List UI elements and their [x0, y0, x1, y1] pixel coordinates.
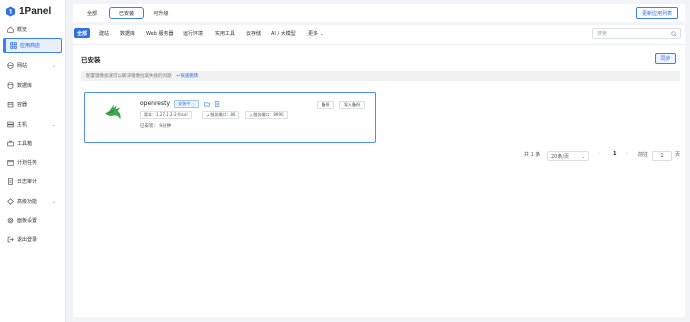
goto-page-input[interactable]: 1: [652, 151, 672, 161]
filter-database[interactable]: 数据库: [117, 28, 138, 38]
sidebar-item[interactable]: 计划任务: [3, 155, 62, 170]
goto-label: 前往: [638, 152, 649, 158]
sidebar: 1Panel 概览应用商店网站 ⌄ 数据库容器主机 ⌄ 工具箱计划任务日志审计高级功能 ⌄…: [0, 0, 66, 322]
sidebar-item-label: 面板设置: [17, 218, 38, 224]
filter-more[interactable]: 更多 ⌄: [305, 28, 326, 38]
next-page-icon[interactable]: ›: [626, 151, 628, 157]
home-icon: [7, 26, 14, 33]
pagination-total: 共 1 条: [524, 152, 541, 158]
page-size-select[interactable]: 20条/页 ⌄: [547, 151, 589, 161]
filter-more-label: 更多: [308, 30, 319, 37]
update-app-list-button[interactable]: 更新应用列表: [636, 7, 678, 19]
version-tag: 版本：1.27.1.2-2-focal: [140, 111, 192, 119]
sidebar-item-label: 日志审计: [17, 179, 38, 185]
sidebar-item[interactable]: 日志审计: [3, 174, 62, 189]
backup-button[interactable]: 备份: [317, 101, 334, 109]
tab-all[interactable]: 全部: [80, 7, 104, 19]
loading-icon: ◌: [191, 101, 195, 107]
page-suffix: 页: [675, 152, 681, 158]
sidebar-item[interactable]: 工具箱: [3, 136, 62, 151]
status-badge: 安装中 ◌: [174, 100, 199, 108]
openresty-app-icon: [104, 104, 121, 120]
sidebar-item[interactable]: 高级功能 ⌄: [3, 194, 62, 209]
sidebar-item-label: 计划任务: [17, 160, 38, 166]
folder-icon[interactable]: [204, 101, 210, 107]
quick-jump-label: 快速跳转: [180, 74, 199, 79]
logo-text: 1Panel: [19, 5, 52, 17]
sidebar-item[interactable]: 应用商店: [3, 38, 62, 53]
installed-time: 已安装： 9分钟: [140, 124, 172, 129]
sidebar-item-label: 应用商店: [20, 43, 41, 49]
filter-all[interactable]: 全部: [74, 28, 91, 38]
app-card[interactable]: openresty 安装中 ◌ 备份 导入备份 版本：1.27.1.2-2-foc…: [84, 92, 376, 143]
toolbox-icon: [7, 140, 14, 147]
status-label: 安装中: [178, 101, 191, 106]
current-page[interactable]: 1: [613, 151, 616, 157]
logout-icon: [7, 236, 14, 243]
sidebar-item-label: 工具箱: [17, 141, 33, 147]
tab-upgradable[interactable]: 可升级: [149, 7, 173, 19]
sidebar-item-label: 高级功能: [17, 199, 38, 205]
diamond-icon: [7, 198, 14, 205]
search-input[interactable]: 搜索: [592, 28, 681, 39]
sidebar-item[interactable]: 概览: [3, 22, 62, 37]
sync-button[interactable]: 同步: [655, 53, 676, 64]
sidebar-item[interactable]: 退出登录: [3, 232, 62, 247]
top-tab-bar: 全部 已安装 可升级 更新应用列表: [73, 4, 685, 22]
page-size-value: 20条/页: [551, 153, 570, 160]
app-name: openresty: [140, 100, 171, 107]
https-port-label: 服务端口：8990: [253, 112, 284, 117]
filter-ai[interactable]: AI / 大模型: [268, 28, 299, 38]
chevron-down-icon: ⌄: [320, 30, 324, 36]
https-port-tag: ↗ 服务端口：8990: [245, 111, 288, 119]
mirror-notice: 配置镜像加速可以解决镜像拉取失败的问题 ↩快速跳转: [81, 71, 680, 81]
quick-jump-link[interactable]: ↩快速跳转: [177, 73, 199, 79]
prev-page-icon[interactable]: ‹: [598, 151, 600, 157]
sidebar-item[interactable]: 网站 ⌄: [3, 58, 62, 73]
tab-installed[interactable]: 已安装: [109, 7, 144, 19]
settings-icon: [7, 217, 14, 224]
filter-web-server[interactable]: Web 服务器: [143, 28, 177, 38]
chevron-down-icon: ⌄: [581, 153, 585, 159]
server-icon: [7, 121, 14, 128]
sidebar-item[interactable]: 主机 ⌄: [3, 117, 62, 132]
sidebar-item-label: 主机: [17, 122, 28, 128]
sidebar-item[interactable]: 容器: [3, 97, 62, 112]
chevron-down-icon: ⌄: [51, 198, 56, 205]
calendar-icon: [7, 160, 14, 166]
log-icon: [8, 178, 13, 185]
document-icon[interactable]: [214, 101, 220, 107]
box-icon: [7, 102, 14, 108]
search-icon: [671, 31, 677, 37]
notice-text: 配置镜像加速可以解决镜像拉取失败的问题: [86, 74, 172, 79]
sidebar-item-label: 数据库: [17, 83, 33, 89]
filter-tools[interactable]: 实用工具: [212, 28, 238, 38]
globe-icon: [7, 62, 14, 69]
filter-runtime[interactable]: 运行环境: [180, 28, 206, 38]
grid-icon: [10, 42, 17, 49]
sidebar-item[interactable]: 数据库: [3, 78, 62, 93]
database-icon: [7, 82, 14, 89]
search-placeholder: 搜索: [597, 31, 608, 37]
http-port-label: 服务端口：86: [210, 112, 236, 117]
sidebar-item[interactable]: 面板设置: [3, 213, 62, 228]
sidebar-item-label: 概览: [17, 27, 28, 33]
sidebar-item-label: 容器: [17, 102, 28, 108]
logo-icon: [5, 5, 16, 17]
http-port-icon: ↗: [206, 112, 210, 118]
sidebar-item-label: 网站: [17, 63, 28, 69]
import-backup-button[interactable]: 导入备份: [339, 101, 365, 109]
divider: [73, 44, 685, 45]
https-port-icon: ↗: [249, 112, 253, 118]
filter-storage[interactable]: 云存储: [243, 28, 264, 38]
http-port-tag: ↗ 服务端口：86: [202, 111, 240, 119]
sidebar-item-label: 退出登录: [17, 237, 38, 243]
logo: 1Panel: [0, 2, 65, 20]
filter-website[interactable]: 建站: [96, 28, 112, 38]
section-title: 已安装: [81, 56, 101, 64]
main-panel: 全部 建站 数据库 Web 服务器 运行环境 实用工具 云存储 AI / 大模型…: [73, 25, 685, 317]
chevron-down-icon: ⌄: [51, 121, 56, 128]
chevron-down-icon: ⌄: [51, 62, 56, 69]
